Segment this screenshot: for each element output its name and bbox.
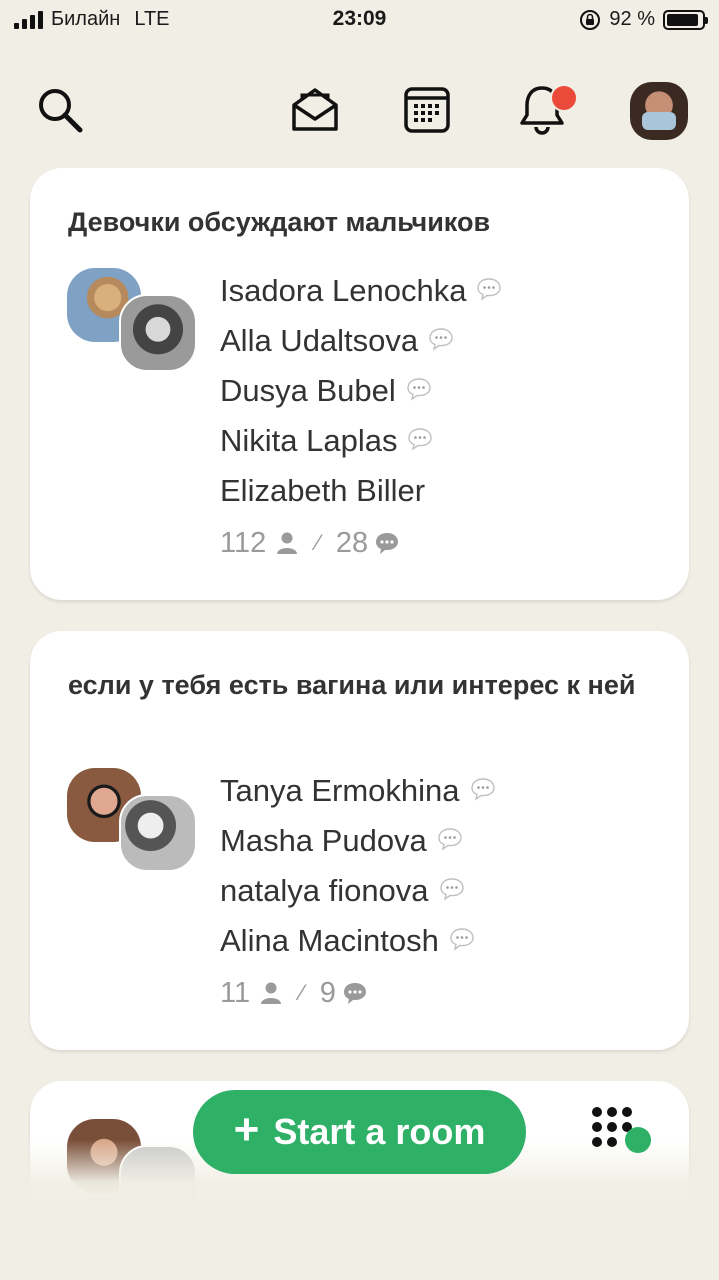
room-card[interactable]: если у тебя есть вагина или интерес к не… — [30, 631, 689, 1050]
calendar-button[interactable] — [397, 80, 457, 140]
speaker-row: Tanya Ermokhina — [220, 766, 496, 816]
start-room-button[interactable]: + Start a room — [193, 1090, 526, 1174]
speaker-row: natalya fionova — [220, 866, 496, 916]
speaking-bubble-icon — [406, 373, 432, 401]
calendar-icon — [404, 87, 450, 133]
speaking-bubble-icon — [437, 823, 463, 851]
chat-count: 9 — [319, 976, 336, 1009]
speaker-photo — [119, 794, 197, 872]
speaker-name: Dusya Bubel — [220, 373, 396, 408]
backchannel-dots-icon — [592, 1107, 651, 1153]
speaker-row: Elizabeth Biller — [220, 466, 502, 516]
status-bar: Билайн LTE 23:09 92 % — [0, 0, 719, 40]
speaker-row: Masha Pudova — [220, 816, 496, 866]
person-icon — [261, 982, 282, 1004]
speaker-name: Alina Macintosh — [220, 923, 439, 958]
invite-button[interactable] — [285, 80, 345, 140]
invite-envelope-icon — [292, 88, 338, 131]
speaker-name: Masha Pudova — [220, 823, 427, 858]
start-room-label: Start a room — [273, 1111, 486, 1152]
stats-separator: ⁄ — [316, 530, 320, 555]
orientation-lock-icon — [580, 9, 601, 30]
speaker-name: natalya fionova — [220, 873, 429, 908]
speaker-name: Isadora Lenochka — [220, 273, 467, 308]
plus-icon: + — [233, 1105, 260, 1154]
room-title: если у тебя есть вагина или интерес к не… — [68, 670, 636, 700]
battery-fill — [667, 13, 698, 26]
room-card[interactable]: Девочки обсуждают мальчиков Isadora Leno… — [30, 168, 689, 600]
speaker-name: Alla Udaltsova — [220, 323, 419, 358]
battery-icon — [663, 9, 708, 30]
listener-count: 112 — [220, 526, 267, 559]
status-right: 92 % — [579, 8, 708, 31]
search-icon — [39, 89, 83, 133]
speaker-name: Nikita Laplas — [220, 423, 398, 458]
stats-separator: ⁄ — [300, 980, 304, 1005]
speaker-name: Elizabeth Biller — [220, 473, 426, 508]
speaking-bubble-icon — [428, 323, 454, 351]
chat-count: 28 — [335, 526, 369, 559]
speaker-list: Isadora Lenochka Alla Udaltsova Dusya Bu… — [220, 266, 502, 570]
chat-icon — [343, 983, 366, 1004]
speaker-row: Alina Macintosh — [220, 916, 496, 966]
room-speaker-photos — [67, 268, 197, 378]
room-stats: 11 ⁄ 9 — [220, 966, 496, 1020]
speaker-row: Dusya Bubel — [220, 366, 502, 416]
speaking-bubble-icon — [449, 923, 475, 951]
speaker-name: Tanya Ermokhina — [220, 773, 460, 808]
speaker-row: Alla Udaltsova — [220, 316, 502, 366]
search-button[interactable] — [30, 80, 90, 140]
room-stats: 112 ⁄ 28 — [220, 516, 502, 570]
room-title: Девочки обсуждают мальчиков — [68, 207, 491, 237]
speaking-bubble-icon — [439, 873, 465, 901]
speaker-list: Tanya Ermokhina Masha Pudova natalya fio… — [220, 766, 496, 1020]
backchannel-button[interactable] — [590, 1105, 656, 1157]
profile-avatar[interactable] — [630, 82, 688, 140]
room-speaker-photos — [67, 768, 197, 878]
speaking-bubble-icon — [470, 773, 496, 801]
notification-badge — [550, 84, 578, 112]
battery-percent: 92 % — [609, 8, 655, 30]
speaking-bubble-icon — [476, 273, 502, 301]
speaker-photo — [119, 294, 197, 372]
chat-icon — [376, 533, 399, 554]
avatar-mask-detail — [642, 112, 676, 130]
person-icon — [277, 532, 298, 554]
speaker-row: Isadora Lenochka — [220, 266, 502, 316]
speaker-row: Nikita Laplas — [220, 416, 502, 466]
speaking-bubble-icon — [407, 423, 433, 451]
listener-count: 11 — [220, 976, 251, 1009]
